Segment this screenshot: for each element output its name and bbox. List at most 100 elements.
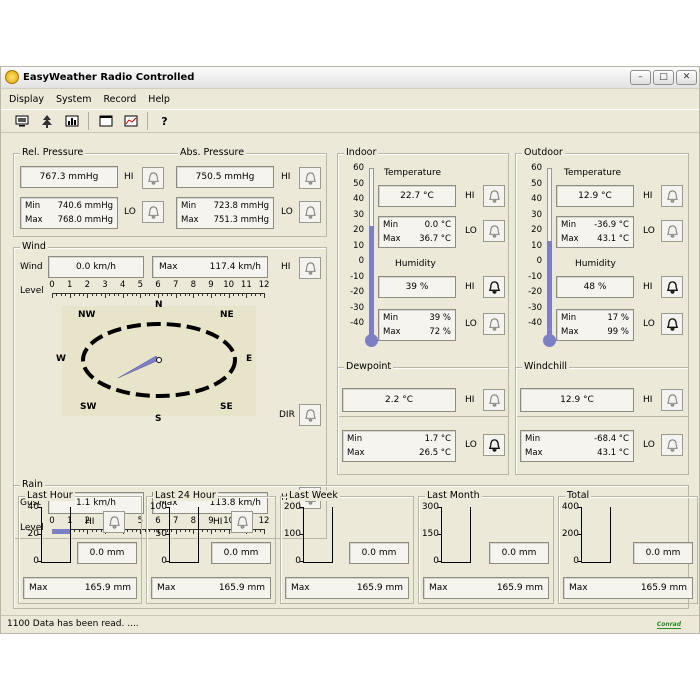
rain-max-box: Max 165.9 mm: [285, 577, 409, 599]
ruler-minor-tick: [65, 293, 67, 296]
ruler-tick-label: 7: [172, 280, 179, 290]
compass-e: E: [246, 354, 253, 364]
indoor-humidity-max: 72 %: [429, 327, 451, 337]
alarm-bell-icon[interactable]: [483, 389, 505, 411]
thermo-scale-label: -10: [350, 271, 364, 282]
indoor-thermometer: 60 50 40 30 20 10 0 -10 -20 -30 -40: [342, 163, 378, 347]
maximize-button[interactable]: □: [653, 70, 674, 85]
rain-axis-label: 200: [561, 529, 579, 539]
ruler-tick: [87, 293, 89, 298]
alarm-bell-icon[interactable]: [103, 511, 125, 533]
min-label: Min: [347, 434, 363, 444]
monitor-icon[interactable]: [11, 112, 32, 131]
outdoor-temp-min: -36.9 °C: [594, 220, 629, 230]
thermo-scale-label: -10: [528, 271, 542, 282]
rain-panel: Total 400 200 0 0.0 mm Max 165.9 mm: [558, 490, 698, 604]
ruler-tick: [228, 293, 230, 298]
ruler-tick: [193, 293, 195, 298]
menu-help[interactable]: Help: [148, 94, 170, 105]
thermo-scale-label: -20: [350, 287, 364, 297]
tree-icon[interactable]: [36, 112, 57, 131]
line-chart-icon[interactable]: [120, 112, 141, 131]
alarm-bell-icon[interactable]: [483, 185, 505, 207]
alarm-bell-icon[interactable]: [483, 313, 505, 335]
rain-panel: Last 24 Hour 100 50 0 HI 0.0 mm Max 165.9 mm: [146, 490, 276, 604]
rain-group: Rain Last Hour 40 20 0 HI 0.0 mm Max 165.9 mm La…: [13, 479, 698, 609]
wind-max-value: 117.4 km/h: [209, 262, 261, 272]
alarm-bell-icon[interactable]: [299, 201, 321, 223]
alarm-bell-active-icon[interactable]: [483, 276, 505, 298]
alarm-bell-icon[interactable]: [661, 434, 683, 456]
alarm-bell-icon[interactable]: [299, 167, 321, 189]
windchill-value: 12.9 °C: [520, 388, 634, 412]
alarm-bell-icon[interactable]: [231, 511, 253, 533]
alarm-bell-icon[interactable]: [142, 167, 164, 189]
alarm-bell-active-icon[interactable]: [661, 276, 683, 298]
rain-panel-legend: Last Hour: [25, 490, 75, 501]
rain-panel: Last Month 300 150 0 0.0 mm Max 165.9 mm: [418, 490, 554, 604]
rain-axis-tick: [300, 507, 304, 508]
max-label: Max: [525, 448, 543, 458]
toolbar: ?: [1, 109, 699, 133]
dewpoint-group: Dewpoint 2.2 °C HI Min 1.7 °C Max 26.5 °C …: [337, 361, 509, 475]
lo-label: LO: [465, 226, 477, 236]
wind-direction-needle: [117, 355, 160, 379]
ruler-tick-label: 1: [66, 280, 73, 290]
menu-display[interactable]: Display: [9, 94, 44, 105]
ruler-minor-tick: [184, 293, 186, 296]
lo-label: LO: [465, 440, 477, 450]
rain-axis-label: 50: [155, 529, 167, 539]
alarm-bell-icon[interactable]: [299, 404, 321, 426]
max-label: Max: [157, 583, 176, 593]
help-icon[interactable]: ?: [154, 112, 175, 131]
alarm-bell-icon[interactable]: [299, 257, 321, 279]
compass-ne: NE: [220, 310, 234, 320]
chart-bars-icon[interactable]: [61, 112, 82, 131]
outdoor-humidity-value: 48 %: [556, 276, 634, 298]
ruler-minor-tick: [100, 293, 102, 296]
alarm-bell-icon[interactable]: [483, 220, 505, 242]
alarm-bell-icon[interactable]: [661, 185, 683, 207]
thermo-scale-label: 20: [531, 225, 542, 235]
sun-app-icon: [5, 70, 19, 84]
ruler-minor-tick: [255, 293, 257, 296]
abs-pressure-minmax: Min 723.8 mmHg Max 751.3 mmHg: [176, 197, 274, 229]
lo-label: LO: [643, 226, 655, 236]
alarm-bell-icon[interactable]: [661, 389, 683, 411]
rain-max-value: 165.9 mm: [496, 583, 543, 593]
alarm-bell-icon[interactable]: [142, 201, 164, 223]
outdoor-temp-max: 43.1 °C: [597, 234, 629, 244]
window-icon[interactable]: [95, 112, 116, 131]
rel-pressure-minmax: Min 740.6 mmHg Max 768.0 mmHg: [20, 197, 118, 229]
windchill-min: -68.4 °C: [594, 434, 629, 444]
rain-panel: Last Week 200 100 0 0.0 mm Max 165.9 mm: [280, 490, 414, 604]
ruler-minor-tick: [113, 293, 115, 296]
rain-max-value: 165.9 mm: [218, 583, 265, 593]
outdoor-temp-minmax: Min -36.9 °C Max 43.1 °C: [556, 216, 634, 248]
thermo-scale-label: -40: [528, 318, 542, 328]
ruler-tick-label: 5: [137, 280, 144, 290]
rain-bar-axis: [41, 507, 71, 563]
thermo-scale-label: 0: [358, 256, 364, 266]
menu-system[interactable]: System: [56, 94, 91, 105]
close-button[interactable]: ✕: [676, 70, 697, 85]
ruler-tick: [175, 293, 177, 298]
ruler-minor-tick: [162, 293, 164, 296]
dir-label: DIR: [279, 410, 295, 420]
rain-panel-legend: Total: [565, 490, 592, 501]
alarm-bell-active-icon[interactable]: [483, 434, 505, 456]
app-window: EasyWeather Radio Controlled – □ ✕ Displ…: [0, 66, 700, 634]
ruler-minor-tick: [78, 293, 80, 296]
alarm-bell-icon[interactable]: [661, 220, 683, 242]
max-label: Max: [291, 583, 310, 593]
rain-axis-label: 0: [573, 556, 579, 566]
rain-axis-tick: [438, 534, 442, 535]
ruler-minor-tick: [74, 293, 76, 296]
alarm-bell-active-icon[interactable]: [661, 313, 683, 335]
minimize-button[interactable]: –: [630, 70, 651, 85]
indoor-temp-max: 36.7 °C: [419, 234, 451, 244]
menu-record[interactable]: Record: [103, 94, 136, 105]
title-bar[interactable]: EasyWeather Radio Controlled – □ ✕: [1, 67, 699, 89]
compass-w: W: [56, 354, 66, 364]
hi-label: HI: [281, 172, 291, 182]
